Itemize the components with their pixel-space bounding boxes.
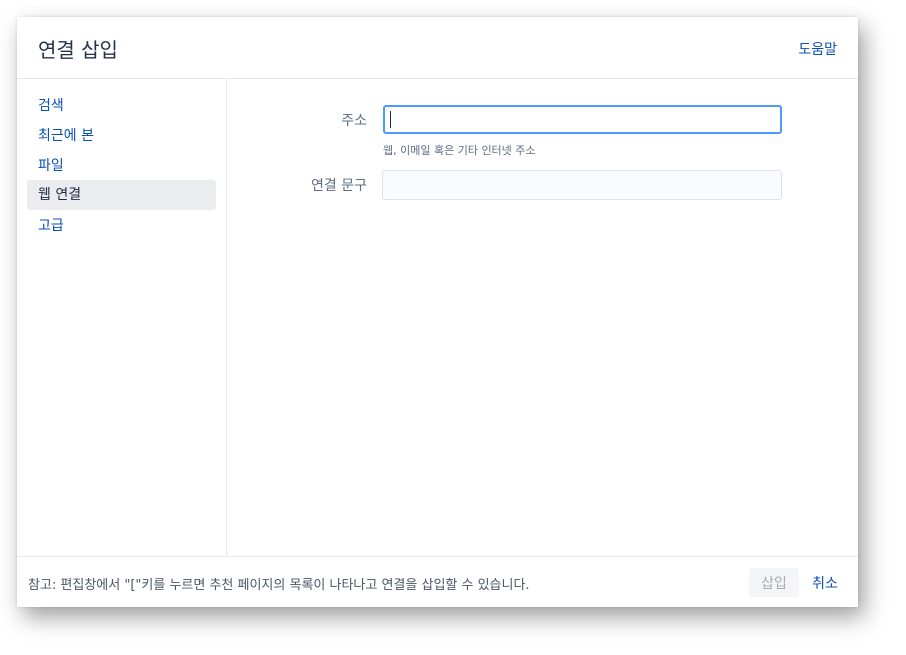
sidebar-item-advanced[interactable]: 고급	[27, 211, 216, 241]
dialog-footer: 참고: 편집창에서 "["키를 누르면 추천 페이지의 목록이 나타나고 연결을…	[17, 556, 858, 607]
text-cursor	[390, 111, 391, 128]
link-text-input[interactable]	[382, 170, 782, 200]
sidebar-item-search[interactable]: 검색	[27, 91, 216, 121]
sidebar-item-recently-viewed[interactable]: 최근에 본	[27, 121, 216, 151]
cancel-button[interactable]: 취소	[805, 568, 845, 597]
dialog-header: 연결 삽입 도움말	[17, 17, 858, 79]
insert-link-dialog: 연결 삽입 도움말 검색 최근에 본 파일 웹 연결 고급 주소 웹, 이메일 …	[17, 17, 858, 607]
address-input[interactable]	[383, 105, 782, 134]
insert-button[interactable]: 삽입	[749, 568, 799, 597]
help-link[interactable]: 도움말	[798, 39, 837, 59]
dialog-title: 연결 삽입	[38, 38, 118, 62]
address-label: 주소	[341, 113, 367, 129]
link-form: 주소 웹, 이메일 혹은 기타 인터넷 주소 연결 문구	[227, 79, 858, 556]
link-text-label: 연결 문구	[311, 178, 367, 194]
sidebar-item-web-link[interactable]: 웹 연결	[27, 180, 216, 210]
sidebar-item-files[interactable]: 파일	[27, 151, 216, 181]
footer-note: 참고: 편집창에서 "["키를 누르면 추천 페이지의 목록이 나타나고 연결을…	[28, 578, 530, 593]
sidebar-nav: 검색 최근에 본 파일 웹 연결 고급	[17, 79, 227, 556]
address-hint: 웹, 이메일 혹은 기타 인터넷 주소	[383, 144, 536, 157]
